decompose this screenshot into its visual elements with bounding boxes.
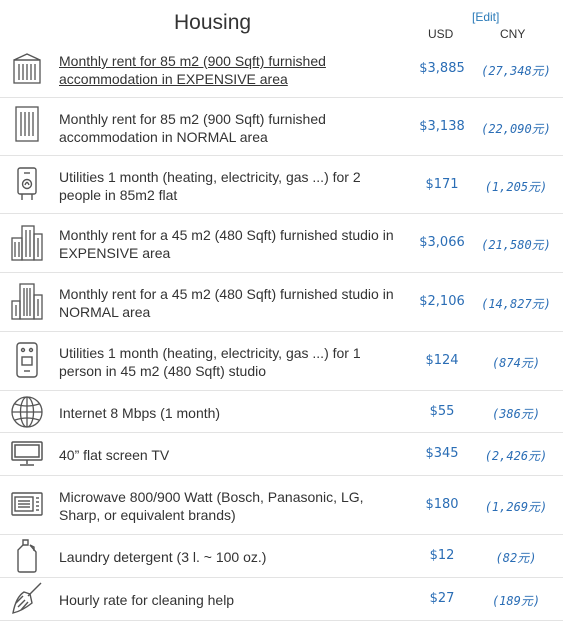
cost-row: 40” flat screen TV $345 (2,426元): [0, 433, 563, 476]
cost-row: Laundry detergent (3 l. ~ 100 oz.) $12 (…: [0, 535, 563, 578]
price-cny: (1,269元): [484, 500, 548, 514]
item-label: Utilities 1 month (heating, electricity,…: [59, 169, 361, 203]
edit-link[interactable]: [Edit]: [472, 10, 499, 24]
price-usd: $27: [429, 591, 455, 606]
price-usd: $12: [429, 548, 455, 563]
column-header-cny: CNY: [500, 27, 526, 41]
cost-row: Monthly rent for 85 m2 (900 Sqft) furnis…: [0, 98, 563, 156]
price-cny: (189元): [491, 594, 541, 608]
cost-rows: Monthly rent for 85 m2 (900 Sqft) furnis…: [0, 40, 563, 621]
cost-row: Monthly rent for a 45 m2 (480 Sqft) furn…: [0, 273, 563, 332]
price-usd: $180: [425, 497, 459, 512]
item-label: Laundry detergent (3 l. ~ 100 oz.): [59, 549, 267, 565]
price-cny: (1,205元): [484, 180, 548, 194]
meter-device-icon: [10, 337, 44, 383]
price-usd: $345: [425, 446, 459, 461]
price-cny: (874元): [491, 356, 541, 370]
price-usd: $124: [425, 353, 459, 368]
price-cny: (386元): [491, 407, 541, 421]
cost-row: Hourly rate for cleaning help $27 (189元): [0, 578, 563, 621]
item-label[interactable]: Monthly rent for 85 m2 (900 Sqft) furnis…: [59, 52, 404, 88]
cost-row: Utilities 1 month (heating, electricity,…: [0, 156, 563, 214]
housing-cost-table: Housing [Edit] USD CNY Monthly rent for …: [0, 0, 563, 621]
item-label: Internet 8 Mbps (1 month): [59, 405, 221, 421]
detergent-bottle-icon: [10, 537, 44, 575]
price-usd: $3,066: [419, 235, 465, 250]
price-cny: (2,426元): [484, 449, 548, 463]
broom-icon: [10, 580, 44, 618]
item-label: Monthly rent for a 45 m2 (480 Sqft) furn…: [59, 286, 394, 320]
price-cny: (14,827元): [481, 297, 551, 311]
item-label: Utilities 1 month (heating, electricity,…: [59, 345, 361, 379]
price-cny: (27,348元): [481, 64, 551, 78]
price-usd: $171: [425, 177, 459, 192]
cost-row: Monthly rent for 85 m2 (900 Sqft) furnis…: [0, 40, 563, 98]
item-label: Microwave 800/900 Watt (Bosch, Panasonic…: [59, 489, 364, 523]
section-title: Housing: [174, 11, 252, 34]
price-cny: (82元): [495, 551, 537, 565]
price-usd: $2,106: [419, 294, 465, 309]
item-label: 40” flat screen TV: [59, 447, 170, 463]
item-label: Hourly rate for cleaning help: [59, 592, 235, 608]
globe-icon: [10, 394, 44, 430]
microwave-icon: [10, 488, 44, 520]
boiler-icon: [10, 164, 44, 204]
tv-screen-icon: [10, 439, 44, 469]
price-usd: $3,138: [419, 119, 465, 134]
column-header-usd: USD: [428, 27, 454, 41]
price-usd: $55: [429, 404, 455, 419]
cost-row: Internet 8 Mbps (1 month) $55 (386元): [0, 391, 563, 433]
price-cny: (21,580元): [481, 238, 551, 252]
cost-row: Monthly rent for a 45 m2 (480 Sqft) furn…: [0, 214, 563, 273]
price-cny: (22,090元): [481, 122, 551, 136]
tower-building-icon: [10, 279, 44, 323]
item-label: Monthly rent for 85 m2 (900 Sqft) furnis…: [59, 111, 326, 145]
cost-row: Microwave 800/900 Watt (Bosch, Panasonic…: [0, 476, 563, 535]
cost-row: Utilities 1 month (heating, electricity,…: [0, 332, 563, 391]
price-usd: $3,885: [419, 61, 465, 76]
city-buildings-icon: [10, 220, 44, 264]
item-label: Monthly rent for a 45 m2 (480 Sqft) furn…: [59, 227, 394, 261]
office-building-icon: [10, 102, 44, 146]
apartment-building-icon: [10, 50, 44, 86]
